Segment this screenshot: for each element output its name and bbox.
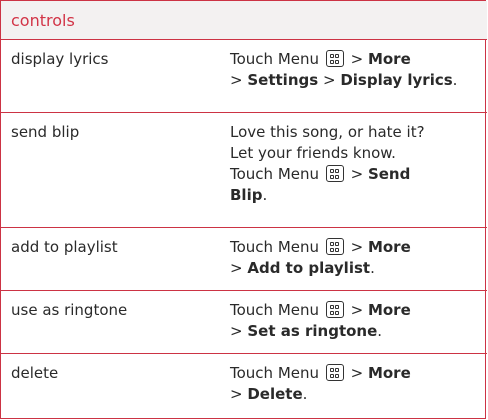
menu-key-icon bbox=[325, 238, 344, 255]
period: . bbox=[452, 71, 458, 89]
instruction-text: Love this song, or hate it? bbox=[230, 123, 425, 141]
menu-path-item: More bbox=[367, 364, 411, 382]
separator: > bbox=[230, 385, 243, 403]
menu-path-item: Add to playlist bbox=[247, 259, 371, 277]
menu-path-item: More bbox=[367, 50, 411, 68]
menu-key-icon bbox=[325, 364, 344, 381]
row-instruction: Touch Menu > More > Delete. bbox=[230, 363, 480, 405]
table-row-display-lyrics: display lyrics Touch Menu > More > Setti… bbox=[1, 40, 487, 113]
separator: > bbox=[350, 238, 364, 256]
period: . bbox=[262, 186, 268, 204]
table-row-use-as-ringtone: use as ringtone Touch Menu > More > Set … bbox=[1, 291, 487, 354]
period: . bbox=[377, 322, 383, 340]
menu-key-icon bbox=[325, 165, 344, 182]
menu-path-item: Settings bbox=[247, 71, 319, 89]
row-instruction: Touch Menu > More > Set as ringtone. bbox=[230, 300, 480, 342]
table-row-add-to-playlist: add to playlist Touch Menu > More > Add … bbox=[1, 228, 487, 291]
instruction-text: Touch Menu bbox=[230, 364, 320, 382]
instruction-text: Touch Menu bbox=[230, 165, 320, 183]
menu-path-item: Blip bbox=[230, 186, 263, 204]
instruction-text: Let your friends know. bbox=[230, 144, 396, 162]
row-instruction: Love this song, or hate it? Let your fri… bbox=[230, 122, 480, 206]
separator: > bbox=[230, 259, 243, 277]
period: . bbox=[302, 385, 308, 403]
separator: > bbox=[350, 301, 364, 319]
separator: > bbox=[350, 50, 364, 68]
separator: > bbox=[230, 71, 243, 89]
menu-path-item: Delete bbox=[247, 385, 303, 403]
menu-path-item: More bbox=[367, 301, 411, 319]
table-row-send-blip: send blip Love this song, or hate it? Le… bbox=[1, 113, 487, 228]
menu-key-icon bbox=[325, 301, 344, 318]
separator: > bbox=[322, 71, 336, 89]
menu-path-item: Set as ringtone bbox=[247, 322, 378, 340]
table-row-delete: delete Touch Menu > More > Delete. bbox=[1, 354, 487, 419]
row-label: send blip bbox=[11, 123, 80, 141]
menu-path-item: Display lyrics bbox=[340, 71, 453, 89]
controls-table: controls display lyrics Touch Menu > Mor… bbox=[0, 0, 487, 419]
table-header: controls bbox=[1, 1, 487, 40]
row-label: add to playlist bbox=[11, 238, 118, 256]
menu-path-item: More bbox=[367, 238, 411, 256]
separator: > bbox=[350, 165, 364, 183]
instruction-text: Touch Menu bbox=[230, 238, 320, 256]
menu-path-item: Send bbox=[367, 165, 411, 183]
period: . bbox=[370, 259, 375, 277]
row-label: delete bbox=[11, 364, 59, 382]
row-instruction: Touch Menu > More > Add to playlist. bbox=[230, 237, 480, 279]
menu-key-icon bbox=[325, 50, 344, 67]
separator: > bbox=[350, 364, 364, 382]
row-label: display lyrics bbox=[11, 50, 109, 68]
row-label: use as ringtone bbox=[11, 301, 128, 319]
instruction-text: Touch Menu bbox=[230, 50, 320, 68]
separator: > bbox=[230, 322, 243, 340]
row-instruction: Touch Menu > More > Settings > Display l… bbox=[230, 49, 480, 91]
instruction-text: Touch Menu bbox=[230, 301, 320, 319]
table-title: controls bbox=[11, 11, 75, 30]
